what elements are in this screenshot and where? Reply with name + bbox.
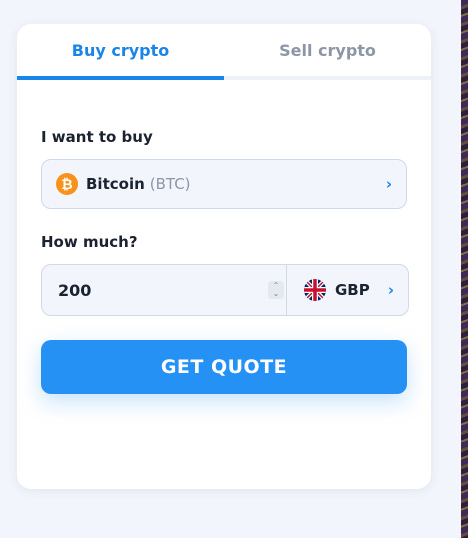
get-quote-button[interactable]: GET QUOTE — [41, 340, 407, 394]
chevron-right-icon: › — [387, 281, 394, 299]
uk-flag-icon — [304, 279, 326, 301]
trade-widget: Buy crypto Sell crypto I want to buy ₿ B… — [17, 24, 431, 489]
tab-sell-crypto[interactable]: Sell crypto — [224, 24, 431, 76]
amount-row: 200 ⌃ ⌄ GBP › — [41, 264, 409, 316]
bitcoin-icon: ₿ — [56, 173, 78, 195]
crypto-select[interactable]: ₿ Bitcoin (BTC) › — [41, 159, 407, 209]
tab-bar: Buy crypto Sell crypto — [17, 24, 431, 80]
active-tab-indicator — [17, 76, 224, 80]
currency-select[interactable]: GBP › — [287, 265, 408, 315]
crypto-name: Bitcoin — [86, 175, 145, 193]
background-image-strip — [461, 0, 468, 538]
amount-input[interactable]: 200 ⌃ ⌄ — [42, 265, 287, 315]
chevron-right-icon: › — [385, 175, 392, 193]
amount-label: How much? — [41, 233, 138, 251]
crypto-ticker: (BTC) — [149, 175, 191, 193]
buy-label: I want to buy — [41, 128, 153, 146]
amount-value: 200 — [58, 280, 92, 300]
tab-buy-crypto[interactable]: Buy crypto — [17, 24, 224, 76]
number-stepper-icon[interactable]: ⌃ ⌄ — [268, 281, 284, 299]
currency-code: GBP — [335, 281, 370, 299]
